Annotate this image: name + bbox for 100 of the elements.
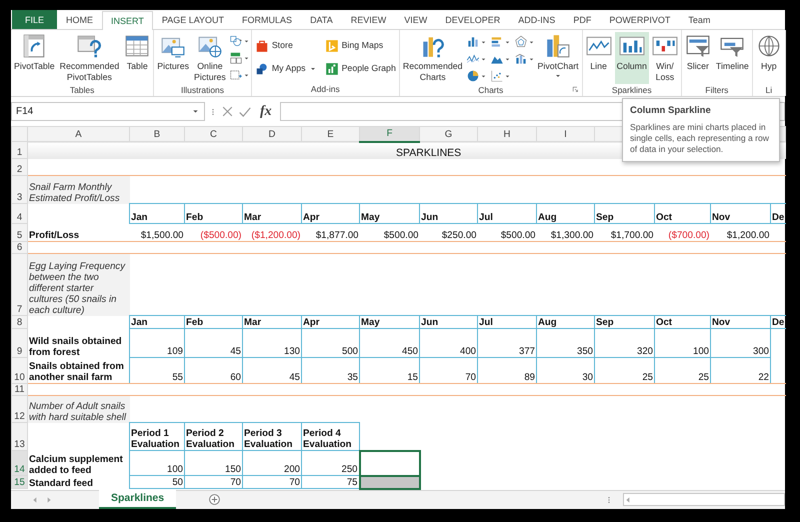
bar-chart-icon[interactable] — [490, 35, 504, 49]
ribbon-tab[interactable]: Team — [679, 10, 720, 29]
row-header[interactable]: 7 — [12, 254, 28, 316]
row-header[interactable]: 4 — [12, 204, 28, 224]
column-header[interactable]: I — [536, 126, 594, 142]
ribbon-tab[interactable]: INSERT — [102, 11, 153, 30]
caret-icon[interactable] — [480, 38, 487, 46]
group-label: Add-ins — [310, 83, 340, 96]
caret-icon[interactable] — [504, 38, 511, 46]
combo-chart-icon[interactable] — [514, 52, 528, 66]
check-icon[interactable] — [238, 104, 252, 118]
ribbon-tab[interactable]: HOME — [57, 10, 102, 29]
caret-icon[interactable] — [242, 54, 250, 62]
sheet-tab[interactable]: Sparklines — [99, 490, 176, 509]
ribbon-button[interactable]: Online Pictures — [192, 32, 228, 84]
ribbon-button[interactable]: Table — [122, 32, 152, 84]
launcher-icon[interactable] — [572, 86, 579, 93]
group-label: Charts — [478, 84, 504, 97]
column-heading: De — [770, 316, 786, 328]
row-header[interactable]: 14 — [12, 450, 28, 476]
column-heading: Oct — [654, 316, 710, 328]
row-header[interactable]: 1 — [12, 142, 28, 158]
radar-chart-icon[interactable] — [514, 35, 528, 49]
ribbon-tab[interactable]: PAGE LAYOUT — [152, 10, 234, 29]
ribbon-button[interactable]: Slicer — [682, 32, 713, 84]
column-header[interactable]: D — [242, 126, 302, 142]
ribbon-tab[interactable]: PDF — [564, 10, 600, 29]
cancel-icon[interactable] — [221, 105, 234, 118]
row-header[interactable]: 12 — [12, 396, 28, 422]
insert-function-button[interactable]: fx — [260, 104, 272, 120]
smartart-icon[interactable] — [228, 51, 243, 65]
horizontal-scrollbar[interactable] — [623, 493, 785, 506]
scatter-chart-icon[interactable] — [490, 69, 504, 83]
ribbon-button[interactable]: Recommended PivotTables — [58, 32, 122, 84]
add-sheet-icon[interactable] — [208, 493, 222, 506]
file-menu-tab[interactable]: FILE — [12, 10, 58, 29]
ribbon-button[interactable]: People Graph — [322, 57, 398, 80]
row-header[interactable]: 3 — [12, 176, 28, 204]
column-header[interactable]: C — [184, 126, 242, 142]
ribbon-tab[interactable]: DEVELOPER — [436, 10, 510, 29]
ribbon-tab[interactable]: DATA — [301, 10, 342, 29]
ribbon-button[interactable]: Hyp — [754, 32, 784, 84]
ribbon-button[interactable]: Win/ Loss — [650, 32, 680, 84]
ribbon-tab[interactable]: FORMULAS — [233, 10, 302, 29]
ribbon-button[interactable]: PivotTable — [12, 32, 57, 84]
caret-icon[interactable] — [528, 56, 535, 62]
column-header[interactable]: E — [302, 126, 360, 142]
column-header[interactable]: A — [28, 126, 130, 142]
column-header[interactable]: G — [420, 126, 478, 142]
caret-icon[interactable] — [504, 72, 511, 80]
table-cell: $1,700.00 — [594, 224, 654, 242]
caret-icon[interactable] — [504, 56, 511, 62]
ribbon-button[interactable]: Bing Maps — [322, 34, 398, 57]
column-heading: Period 3 Evaluation — [242, 422, 302, 450]
row-header[interactable]: 5 — [12, 224, 28, 242]
selected-cell[interactable] — [360, 450, 420, 476]
row-label: Snails obtained from another snail farm — [28, 358, 130, 384]
table-cell: $1,300.00 — [536, 224, 594, 242]
ribbon-button[interactable]: PivotChart — [536, 32, 581, 84]
ribbon-tab[interactable]: POWERPIVOT — [600, 10, 680, 29]
caret-icon[interactable] — [480, 72, 487, 80]
screenshot-icon[interactable] — [228, 68, 243, 82]
row-header[interactable]: 13 — [12, 422, 28, 450]
table-icon — [124, 33, 150, 59]
table-cell: 55 — [130, 358, 184, 384]
row-header[interactable]: 6 — [12, 242, 28, 254]
ribbon-tab[interactable]: ADD-INS — [509, 10, 564, 29]
row-header[interactable]: 2 — [12, 158, 28, 176]
row-header[interactable]: 15 — [12, 476, 28, 488]
row-header[interactable]: 11 — [12, 384, 28, 396]
row-header[interactable]: 9 — [12, 328, 28, 358]
ribbon-button[interactable]: Timeline — [714, 32, 751, 84]
column-header[interactable]: F — [360, 126, 420, 142]
caret-icon[interactable] — [480, 56, 487, 62]
row-header[interactable]: 8 — [12, 316, 28, 328]
row-header[interactable]: 10 — [12, 358, 28, 384]
ribbon-tab[interactable]: VIEW — [395, 10, 436, 29]
ribbon-button[interactable]: Store — [252, 34, 319, 57]
ribbon-button[interactable]: Line — [584, 32, 614, 84]
left-arrow-icon[interactable] — [624, 496, 632, 504]
ribbon-button[interactable]: Pictures — [155, 32, 192, 84]
caret-icon[interactable] — [528, 38, 535, 46]
group-label: Tables — [70, 84, 94, 97]
column-heading: Period 4 Evaluation — [302, 422, 360, 450]
table-cell: 500 — [302, 328, 360, 358]
column-header[interactable]: B — [130, 126, 184, 142]
shapes-icon[interactable] — [228, 34, 243, 48]
table-cell: 70 — [242, 476, 302, 488]
column-chart-icon[interactable] — [466, 35, 480, 49]
ribbon-button[interactable]: Recommended Charts — [400, 32, 465, 84]
column-header[interactable]: H — [478, 126, 536, 142]
table-cell: 70 — [420, 358, 478, 384]
name-box[interactable]: F14 — [11, 102, 205, 121]
ribbon-button[interactable]: My Apps — [252, 57, 319, 80]
pie-chart-icon[interactable] — [466, 69, 480, 83]
caret-icon[interactable] — [242, 72, 250, 78]
ribbon-tab[interactable]: REVIEW — [342, 10, 396, 29]
table-cell: $250.00 — [420, 224, 478, 242]
ribbon-button[interactable]: Column — [614, 32, 649, 84]
caret-icon[interactable] — [242, 38, 250, 44]
